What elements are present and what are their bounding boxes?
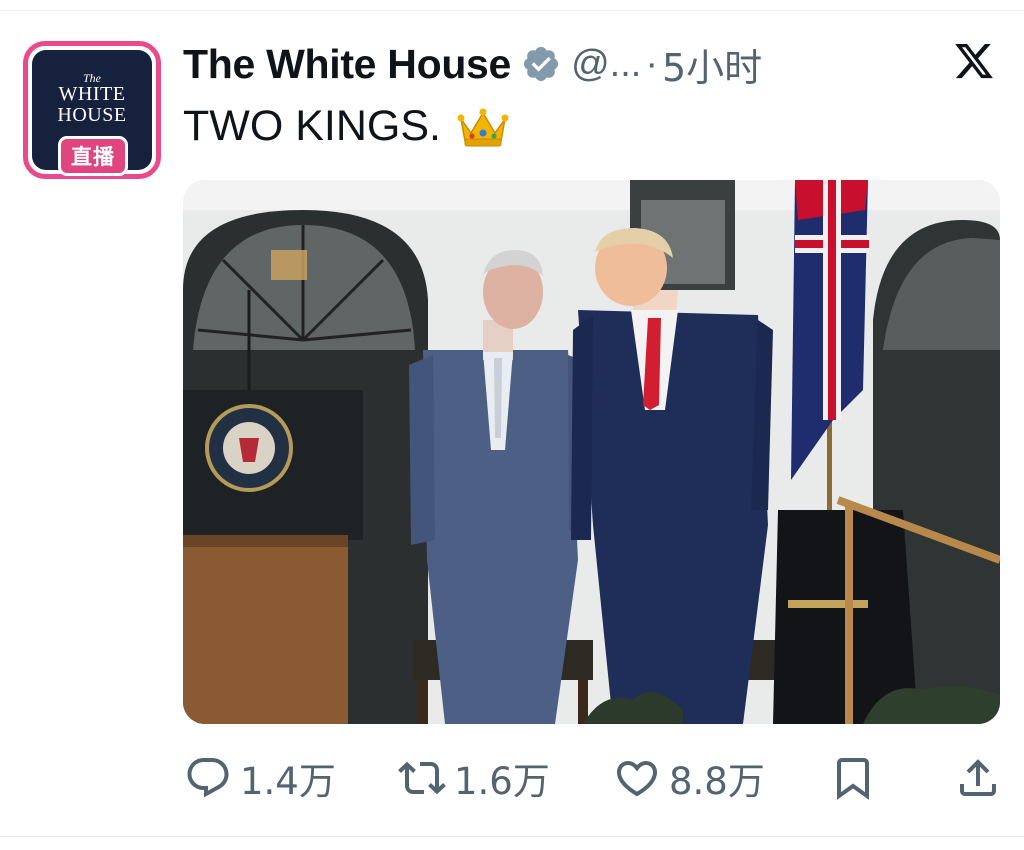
retweet-button[interactable]: 1.6万 (398, 748, 550, 808)
avatar-text-house: HOUSE (57, 104, 127, 126)
verified-badge-icon (523, 46, 559, 82)
reply-count: 1.4万 (240, 760, 336, 803)
x-logo-icon[interactable] (952, 40, 996, 82)
tweet-header: The White House @... · 5小时 (183, 40, 762, 90)
retweet-icon (398, 761, 446, 795)
retweet-count: 1.6万 (454, 760, 550, 803)
bookmark-icon (837, 758, 869, 800)
reply-icon (187, 758, 229, 798)
tweet-text: TWO KINGS. (183, 102, 441, 150)
share-icon (960, 759, 996, 796)
avatar-text-white: WHITE (58, 83, 126, 105)
bottom-divider (0, 836, 1024, 837)
photo-scene (183, 180, 1000, 724)
reply-button[interactable]: 1.4万 (184, 748, 336, 808)
tweet-text-line: TWO KINGS. (183, 102, 509, 151)
timestamp[interactable]: 5小时 (662, 37, 762, 92)
heart-icon (616, 761, 658, 797)
like-count: 8.8万 (669, 760, 765, 803)
handle[interactable]: @... (571, 43, 641, 86)
tweet-photo[interactable] (183, 180, 1000, 724)
top-divider (0, 10, 1024, 11)
live-badge[interactable]: 直播 (58, 136, 128, 176)
share-button[interactable] (954, 748, 1002, 808)
separator-dot: · (645, 42, 658, 85)
tweet-actions: 1.4万 1.6万 8.8万 (0, 748, 1024, 808)
like-button[interactable]: 8.8万 (613, 748, 765, 808)
crown-emoji-icon (457, 108, 509, 146)
display-name[interactable]: The White House (183, 41, 511, 88)
bookmark-button[interactable] (829, 748, 877, 808)
